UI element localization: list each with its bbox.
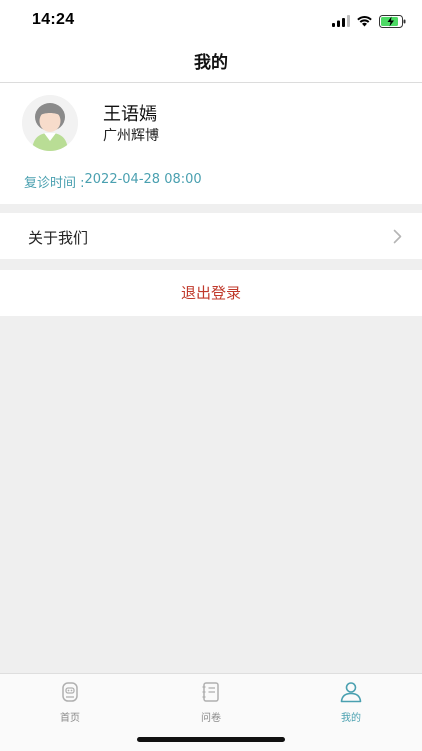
about-us-row[interactable]: 关于我们: [0, 213, 422, 259]
tab-mine[interactable]: 我的: [281, 680, 421, 730]
tab-questionnaire-label: 问卷: [201, 713, 221, 724]
user-organization: 广州辉博: [103, 128, 159, 144]
home-indicator[interactable]: [137, 737, 285, 742]
avatar-illustration-icon: [22, 95, 78, 151]
avatar: [22, 95, 78, 151]
status-bar: 14:24: [0, 0, 422, 44]
logout-label: 退出登录: [180, 284, 241, 302]
notebook-icon: [202, 682, 219, 702]
wifi-icon: [357, 16, 372, 27]
logout-button[interactable]: 退出登录: [0, 270, 422, 316]
chevron-right-icon: [393, 229, 402, 244]
home-robot-icon: [62, 682, 78, 702]
revisit-time-value: 2022-04-28 08:00: [84, 172, 202, 187]
revisit-time-label: 复诊时间 :: [24, 176, 85, 191]
revisit-time-row: 复诊时间 : 2022-04-28 08:00: [24, 172, 202, 191]
tab-home[interactable]: 首页: [0, 680, 140, 730]
page-title: 我的: [194, 53, 228, 73]
user-name: 王语嫣: [103, 104, 157, 125]
status-time: 14:24: [32, 11, 75, 28]
nav-bar: 我的: [0, 44, 422, 83]
tab-questionnaire[interactable]: 问卷: [141, 680, 281, 730]
tab-home-label: 首页: [60, 713, 80, 724]
status-indicators: [332, 12, 406, 30]
tab-mine-label: 我的: [341, 713, 361, 724]
profile-card: 王语嫣 广州辉博 复诊时间 : 2022-04-28 08:00: [0, 83, 422, 204]
person-icon: [340, 682, 362, 703]
cellular-signal-icon: [332, 15, 350, 27]
battery-charging-icon: [379, 14, 406, 28]
about-us-label: 关于我们: [28, 229, 89, 247]
